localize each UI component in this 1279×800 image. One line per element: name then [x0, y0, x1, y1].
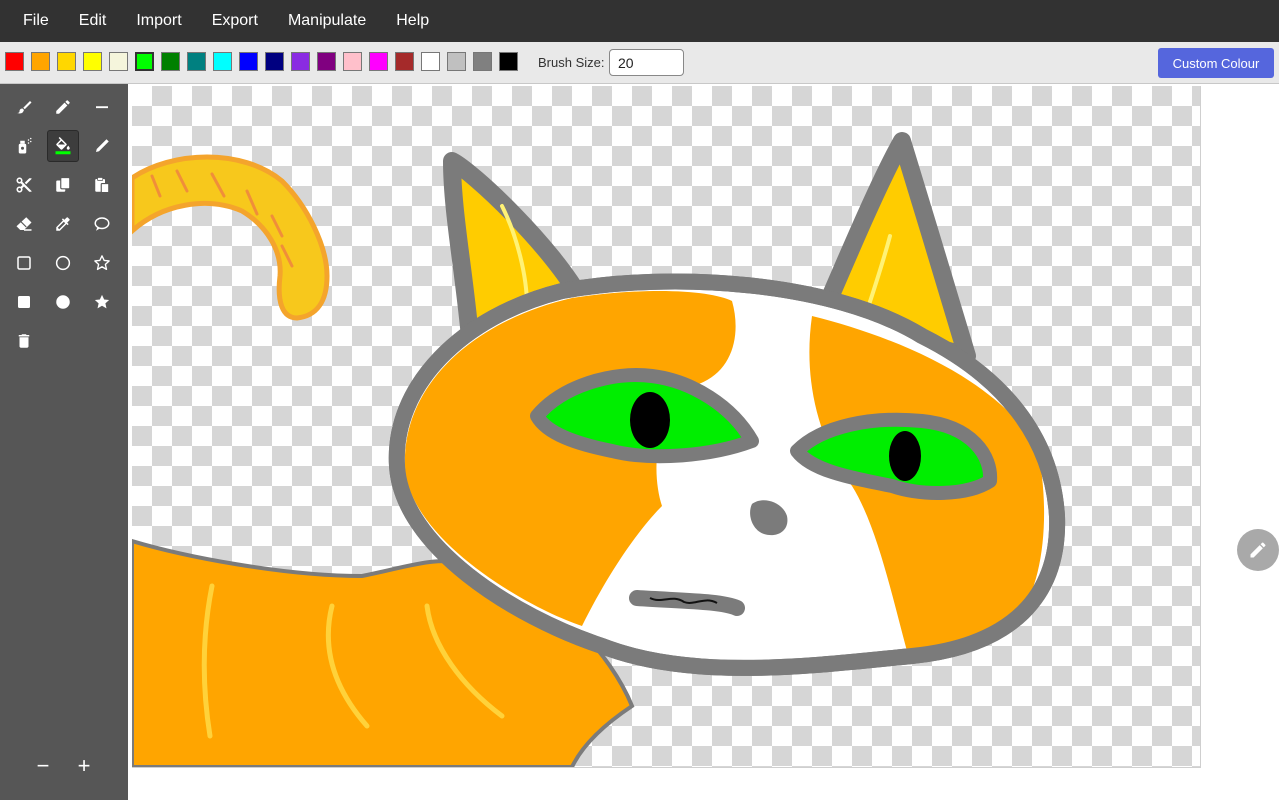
- menu-help[interactable]: Help: [381, 0, 444, 42]
- tool-star-outline[interactable]: [86, 247, 118, 279]
- swatch-white[interactable]: [421, 52, 440, 71]
- tool-spray[interactable]: [8, 130, 40, 162]
- swatch-yellow[interactable]: [83, 52, 102, 71]
- canvas-area: [128, 84, 1279, 800]
- swatch-orange[interactable]: [31, 52, 50, 71]
- tool-star-filled[interactable]: [86, 286, 118, 318]
- speech-bubble-icon: [94, 217, 110, 231]
- cat-left-pupil: [630, 392, 670, 448]
- tool-brush[interactable]: [8, 91, 40, 123]
- color-toolbar: Brush Size: Custom Colour: [0, 42, 1279, 84]
- tool-circle-outline[interactable]: [47, 247, 79, 279]
- menu-file[interactable]: File: [0, 0, 64, 42]
- tool-rectangle-outline[interactable]: [8, 247, 40, 279]
- drawing-canvas[interactable]: [132, 86, 1201, 768]
- brush-icon: [17, 101, 32, 114]
- cat-right-pupil: [889, 431, 921, 481]
- menu-manipulate[interactable]: Manipulate: [273, 0, 381, 42]
- square-filled-icon: [18, 296, 30, 308]
- swatch-teal[interactable]: [187, 52, 206, 71]
- menu-export[interactable]: Export: [197, 0, 273, 42]
- swatch-gray[interactable]: [473, 52, 492, 71]
- circle-filled-icon: [56, 295, 70, 309]
- eraser-icon: [16, 217, 32, 231]
- tool-eraser[interactable]: [8, 208, 40, 240]
- paste-icon: [95, 177, 110, 194]
- swatch-blue[interactable]: [239, 52, 258, 71]
- brush-size-label: Brush Size:: [538, 55, 605, 70]
- tool-pencil[interactable]: [47, 91, 79, 123]
- copy-icon: [56, 176, 71, 192]
- tool-speech-bubble[interactable]: [86, 208, 118, 240]
- star-outline-icon: [94, 255, 110, 271]
- marker-icon: [96, 139, 109, 152]
- menu-import[interactable]: Import: [121, 0, 196, 42]
- swatch-blueviolet[interactable]: [291, 52, 310, 71]
- cat-tail: [132, 154, 330, 321]
- swatch-lime[interactable]: [135, 52, 154, 71]
- spray-can-icon: [18, 137, 32, 154]
- square-outline-icon: [17, 256, 31, 270]
- tool-rectangle-filled[interactable]: [8, 286, 40, 318]
- zoom-in-button[interactable]: +: [70, 752, 98, 780]
- swatch-purple[interactable]: [317, 52, 336, 71]
- tool-line[interactable]: [86, 91, 118, 123]
- cat-drawing: [132, 132, 1066, 767]
- custom-colour-button[interactable]: Custom Colour: [1158, 48, 1274, 78]
- tool-circle-filled[interactable]: [47, 286, 79, 318]
- pencil-icon: [1250, 542, 1266, 558]
- tool-eyedropper[interactable]: [47, 208, 79, 240]
- swatch-pink[interactable]: [343, 52, 362, 71]
- line-icon: [96, 106, 108, 109]
- swatch-silver[interactable]: [447, 52, 466, 71]
- eyedropper-icon: [56, 217, 70, 231]
- zoom-out-button[interactable]: −: [29, 752, 57, 780]
- tool-paste[interactable]: [86, 169, 118, 201]
- menu-edit[interactable]: Edit: [64, 0, 122, 42]
- tool-fill[interactable]: [47, 130, 79, 162]
- trash-icon: [18, 334, 30, 348]
- tool-marker[interactable]: [86, 130, 118, 162]
- tool-cut[interactable]: [8, 169, 40, 201]
- circle-outline-icon: [55, 255, 71, 271]
- tool-copy[interactable]: [47, 169, 79, 201]
- swatch-cyan[interactable]: [213, 52, 232, 71]
- tool-clear[interactable]: [8, 325, 40, 357]
- pencil-icon: [56, 100, 70, 114]
- star-filled-icon: [94, 294, 110, 309]
- swatch-magenta[interactable]: [369, 52, 388, 71]
- swatch-beige[interactable]: [109, 52, 128, 71]
- swatch-red[interactable]: [5, 52, 24, 71]
- scissors-icon: [16, 177, 32, 193]
- swatch-black[interactable]: [499, 52, 518, 71]
- menu-bar: File Edit Import Export Manipulate Help: [0, 0, 1279, 42]
- swatch-green[interactable]: [161, 52, 180, 71]
- swatch-gold[interactable]: [57, 52, 76, 71]
- tool-sidebar: − +: [0, 84, 128, 800]
- floating-edit-button[interactable]: [1237, 529, 1279, 571]
- fill-bucket-icon: [55, 137, 71, 155]
- swatch-brown[interactable]: [395, 52, 414, 71]
- brush-size-input[interactable]: [609, 49, 684, 76]
- swatch-navy[interactable]: [265, 52, 284, 71]
